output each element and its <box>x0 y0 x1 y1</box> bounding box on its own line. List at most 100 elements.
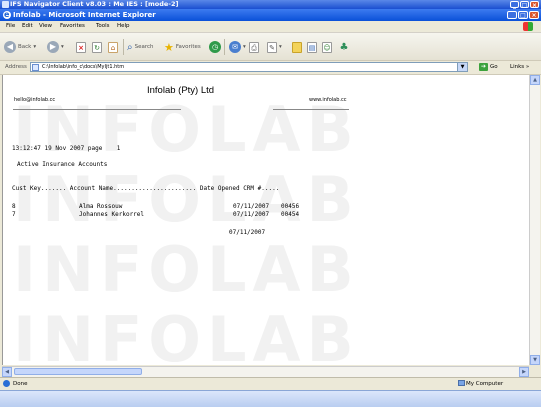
menu-view[interactable]: View <box>39 23 52 29</box>
outer-window-title: IFS Navigator Client v8.03 : Me IES : [m… <box>10 0 179 8</box>
cust-key: 8 <box>12 203 16 210</box>
company-website: www.infolab.cc <box>309 97 347 103</box>
links-button[interactable]: Links » <box>510 64 529 70</box>
messenger-icon: ☺ <box>322 41 332 53</box>
search-icon: ⌕ <box>127 41 133 53</box>
mail-button[interactable]: ✉ ▾ <box>229 40 246 54</box>
print-icon: ⎙ <box>249 41 259 53</box>
address-value[interactable]: C:\Infolab\info_c\docs\MyIjt1.htm <box>42 64 124 70</box>
favorites-button[interactable]: ★ Favorites <box>164 40 201 54</box>
research-button[interactable]: ▤ <box>307 40 317 54</box>
edit-dropdown-icon[interactable]: ▾ <box>279 44 282 50</box>
go-arrow-icon: ➔ <box>479 63 488 71</box>
column-header: Cust Key....... Account Name............… <box>12 185 280 192</box>
search-button[interactable]: ⌕ Search <box>127 40 154 54</box>
folder-button[interactable] <box>292 40 302 54</box>
account-name: Johannes Kerkorrel <box>79 211 145 218</box>
folder-icon <box>292 41 302 53</box>
discuss-icon: ♣ <box>339 41 349 53</box>
minimize-button[interactable]: _ <box>507 11 517 19</box>
crm-number: 00454 <box>281 211 300 218</box>
address-dropdown-icon[interactable]: ▼ <box>457 63 467 71</box>
stop-icon: × <box>76 41 86 53</box>
crm-number: 00456 <box>281 203 300 210</box>
account-name: Alma Rossouw <box>79 203 123 210</box>
company-email: hello@infolab.cc <box>14 97 56 103</box>
outer-close-button[interactable]: × <box>530 1 539 9</box>
report-heading: Active Insurance Accounts <box>17 161 108 168</box>
windows-logo-icon <box>523 22 533 31</box>
back-dropdown-icon[interactable]: ▾ <box>33 44 36 50</box>
scroll-left-button[interactable]: ◀ <box>2 367 12 377</box>
menu-favorites[interactable]: Favorites <box>60 23 85 29</box>
header-divider-right <box>273 109 349 110</box>
history-button[interactable]: ◷ <box>209 40 221 54</box>
cust-key: 7 <box>12 211 16 218</box>
standard-toolbar: ◀ Back ▾ ▶ ▾ × ↻ ⌂ ⌕ Search ★ Favorites … <box>0 33 541 61</box>
watermark-row-1: INFOLAB <box>13 93 360 166</box>
header-divider-left <box>13 109 181 110</box>
page-icon <box>32 64 39 71</box>
menu-help[interactable]: Help <box>117 23 130 29</box>
outer-minimize-button[interactable]: _ <box>510 1 519 9</box>
address-label: Address <box>5 64 27 70</box>
app-icon <box>2 1 9 8</box>
company-name: Infolab (Pty) Ltd <box>147 85 215 96</box>
history-icon: ◷ <box>209 41 221 53</box>
mail-icon: ✉ <box>229 41 241 53</box>
mail-dropdown-icon[interactable]: ▾ <box>243 44 246 50</box>
ie-icon <box>3 9 11 21</box>
outer-window-frame <box>0 390 541 407</box>
menu-bar: File Edit View Favorites Tools Help <box>0 21 541 33</box>
menu-tools[interactable]: Tools <box>96 23 110 29</box>
menu-edit[interactable]: Edit <box>22 23 33 29</box>
back-arrow-icon: ◀ <box>4 41 16 53</box>
forward-dropdown-icon[interactable]: ▾ <box>61 44 64 50</box>
close-button[interactable]: × <box>529 11 539 19</box>
home-button[interactable]: ⌂ <box>108 40 118 54</box>
discuss-button[interactable]: ♣ <box>339 40 349 54</box>
stop-button[interactable]: × <box>76 40 86 54</box>
status-bar: Done My Computer <box>0 377 541 390</box>
messenger-button[interactable]: ☺ <box>322 40 332 54</box>
restore-button[interactable]: □ <box>518 11 528 19</box>
outer-maximize-button[interactable]: □ <box>520 1 529 9</box>
browser-title-bar: Infolab - Microsoft Internet Explorer _ … <box>0 9 541 21</box>
address-bar: Address C:\Infolab\info_c\docs\MyIjt1.ht… <box>0 61 541 75</box>
refresh-icon: ↻ <box>92 41 102 53</box>
vertical-scrollbar[interactable]: ▲ ▼ <box>529 75 540 365</box>
status-text: Done <box>13 381 28 387</box>
scroll-corner <box>529 366 539 376</box>
watermark-row-4: INFOLAB <box>13 303 360 365</box>
scroll-right-button[interactable]: ▶ <box>519 367 529 377</box>
print-button[interactable]: ⎙ <box>249 40 259 54</box>
scroll-down-button[interactable]: ▼ <box>530 355 540 365</box>
go-button[interactable]: ➔ Go <box>479 63 498 71</box>
page-content: INFOLAB INFOLAB INFOLAB INFOLAB Infolab … <box>2 75 530 365</box>
menu-file[interactable]: File <box>6 23 15 29</box>
back-button[interactable]: ◀ Back ▾ <box>4 40 36 54</box>
watermark-row-3: INFOLAB <box>13 233 360 306</box>
watermark-row-2: INFOLAB <box>13 163 360 236</box>
edit-button[interactable]: ✎ ▾ <box>267 40 282 54</box>
browser-window-title: Infolab - Microsoft Internet Explorer <box>13 11 156 19</box>
forward-button[interactable]: ▶ ▾ <box>47 40 64 54</box>
refresh-button[interactable]: ↻ <box>92 40 102 54</box>
horizontal-scroll-thumb[interactable] <box>14 368 142 375</box>
address-input[interactable]: C:\Infolab\info_c\docs\MyIjt1.htm ▼ <box>30 62 468 72</box>
report-footer-date: 07/11/2007 <box>229 229 266 236</box>
research-icon: ▤ <box>307 41 317 53</box>
computer-icon <box>458 380 465 386</box>
ie-status-icon <box>3 380 10 387</box>
horizontal-scrollbar[interactable]: ◀ ▶ <box>2 366 529 377</box>
scroll-up-button[interactable]: ▲ <box>530 75 540 85</box>
edit-icon: ✎ <box>267 41 277 53</box>
date-opened: 07/11/2007 <box>233 211 270 218</box>
home-icon: ⌂ <box>108 41 118 53</box>
outer-title-bar: IFS Navigator Client v8.03 : Me IES : [m… <box>0 0 541 9</box>
favorites-star-icon: ★ <box>164 40 174 54</box>
security-zone: My Computer <box>466 381 504 387</box>
forward-arrow-icon: ▶ <box>47 41 59 53</box>
date-opened: 07/11/2007 <box>233 203 270 210</box>
report-date-line: 13:12:47 19 Nov 2007 page 1 <box>12 145 121 152</box>
